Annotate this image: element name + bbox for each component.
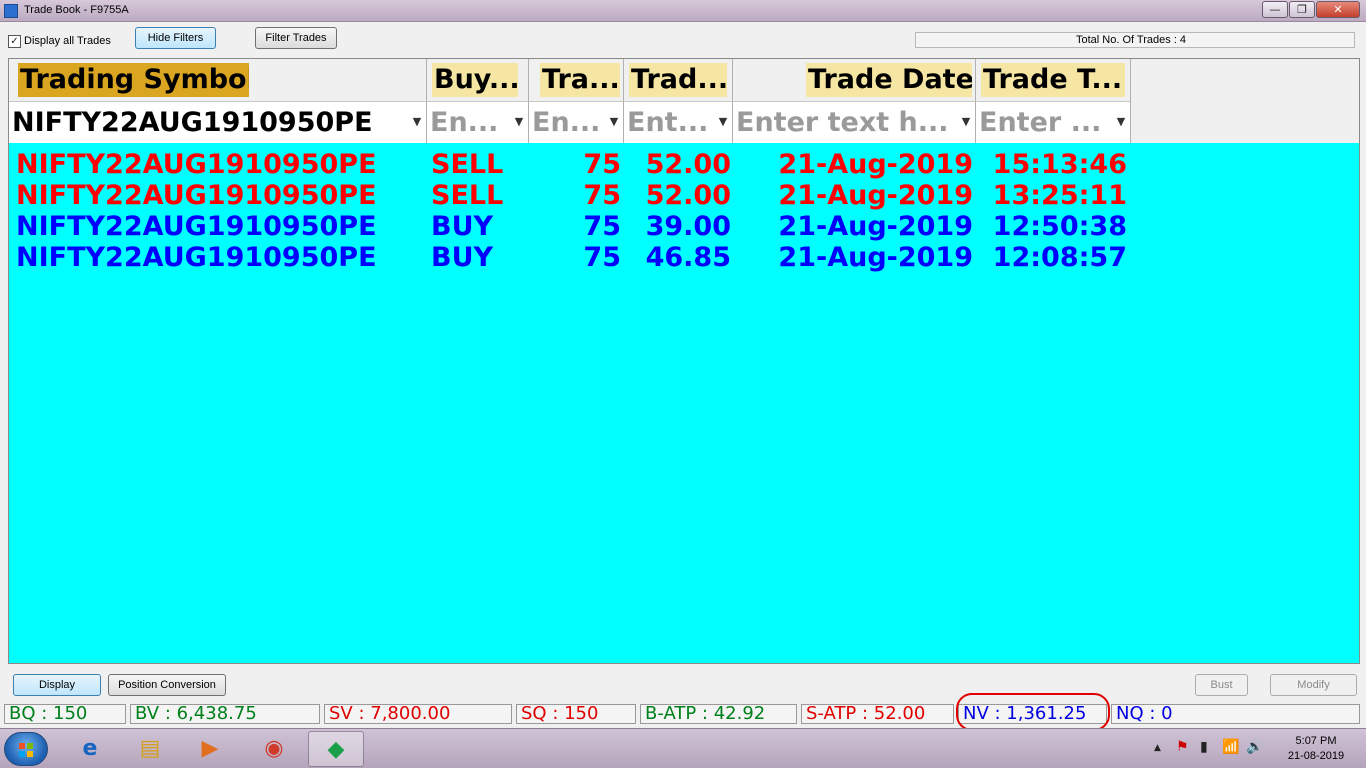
status-bq: BQ : 150 <box>4 704 126 724</box>
column-header-buy-sell[interactable]: Buy... <box>427 59 529 101</box>
minimize-button[interactable]: — <box>1262 1 1288 18</box>
column-header-trade-time[interactable]: Trade T... <box>976 59 1131 101</box>
cell-price: 39.00 <box>645 211 731 242</box>
total-trades-label: Total No. Of Trades : 4 <box>1076 34 1187 46</box>
filter-trade-time[interactable]: Enter ... ▼ <box>976 101 1131 143</box>
maximize-button[interactable]: ❐ <box>1289 1 1315 18</box>
column-header-trade-price[interactable]: Trad... <box>624 59 733 101</box>
filter-funnel-icon[interactable]: ▼ <box>608 115 620 129</box>
cell-time: 12:08:57 <box>992 242 1127 273</box>
status-sq: SQ : 150 <box>516 704 636 724</box>
column-header-trading-symbol[interactable]: Trading Symbol <box>9 59 427 101</box>
table-row[interactable]: NIFTY22AUG1910950PE SELL 75 52.00 21-Aug… <box>9 180 1139 211</box>
cell-side: SELL <box>431 180 504 211</box>
show-hidden-icons-icon[interactable]: ▲ <box>1154 743 1161 753</box>
volume-icon[interactable]: 🔊 <box>1246 739 1263 755</box>
clock[interactable]: 5:07 PM 21-08-2019 <box>1278 734 1354 764</box>
cell-qty: 75 <box>583 180 621 211</box>
flag-icon[interactable]: ⚑ <box>1176 739 1189 755</box>
display-all-trades-checkbox[interactable]: ✓ <box>8 35 21 48</box>
start-button[interactable] <box>4 732 48 766</box>
media-player-icon[interactable]: ▶ <box>182 731 238 767</box>
network-icon[interactable]: 📶 <box>1222 739 1239 755</box>
modify-button[interactable]: Modify <box>1270 674 1357 696</box>
trading-app-icon[interactable]: ◆ <box>308 731 364 767</box>
filter-funnel-icon[interactable]: ▼ <box>717 115 729 129</box>
cell-symbol: NIFTY22AUG1910950PE <box>16 242 377 273</box>
column-header-trade-date[interactable]: Trade Date <box>733 59 976 101</box>
device-icon[interactable]: ▮ <box>1200 739 1208 755</box>
cell-date: 21-Aug-2019 <box>778 180 973 211</box>
trade-grid: Trading Symbol Buy... Tra... Trad... Tra… <box>8 58 1360 664</box>
cell-price: 52.00 <box>645 180 731 211</box>
cell-time: 12:50:38 <box>992 211 1127 242</box>
filter-trades-button[interactable]: Filter Trades <box>255 27 337 49</box>
status-nq: NQ : 0 <box>1111 704 1360 724</box>
cell-symbol: NIFTY22AUG1910950PE <box>16 211 377 242</box>
cell-side: BUY <box>431 242 494 273</box>
filter-funnel-icon[interactable]: ▼ <box>513 115 525 129</box>
filter-trade-date[interactable]: Enter text h... ▼ <box>733 101 976 143</box>
taskbar: e ▤ ▶ ◉ ◆ ▲ ⚑ ▮ 📶 🔊 5:07 PM 21-08-2019 <box>0 728 1366 768</box>
status-bv: BV : 6,438.75 <box>130 704 320 724</box>
total-trades-box: Total No. Of Trades : 4 <box>915 32 1355 48</box>
app-icon <box>4 4 18 18</box>
cell-date: 21-Aug-2019 <box>778 211 973 242</box>
table-row[interactable]: NIFTY22AUG1910950PE BUY 75 46.85 21-Aug-… <box>9 242 1139 273</box>
annotation-circle <box>956 693 1110 731</box>
bust-button[interactable]: Bust <box>1195 674 1248 696</box>
cell-qty: 75 <box>583 242 621 273</box>
hide-filters-button[interactable]: Hide Filters <box>135 27 216 49</box>
filter-funnel-icon[interactable]: ▼ <box>1115 115 1127 129</box>
cell-side: SELL <box>431 149 504 180</box>
status-s-atp: S-ATP : 52.00 <box>801 704 954 724</box>
cell-symbol: NIFTY22AUG1910950PE <box>16 180 377 211</box>
cell-qty: 75 <box>583 149 621 180</box>
filter-trade-price[interactable]: Ent... ▼ <box>624 101 733 143</box>
chrome-icon[interactable]: ◉ <box>246 731 302 767</box>
cell-price: 46.85 <box>645 242 731 273</box>
clock-time: 5:07 PM <box>1295 735 1337 747</box>
cell-time: 13:25:11 <box>992 180 1127 211</box>
cell-date: 21-Aug-2019 <box>778 242 973 273</box>
filter-trading-symbol[interactable]: NIFTY22AUG1910950PE ▼ <box>9 101 427 143</box>
internet-explorer-icon[interactable]: e <box>62 731 118 767</box>
clock-date: 21-08-2019 <box>1287 750 1345 762</box>
cell-side: BUY <box>431 211 494 242</box>
trade-book-window: ✓ Display all Trades Hide Filters Filter… <box>0 22 1366 731</box>
cell-date: 21-Aug-2019 <box>778 149 973 180</box>
filter-funnel-icon[interactable]: ▼ <box>960 115 972 129</box>
filter-buy-sell[interactable]: En... ▼ <box>427 101 529 143</box>
window-title: Trade Book - F9755A <box>24 4 129 16</box>
status-sv: SV : 7,800.00 <box>324 704 512 724</box>
cell-time: 15:13:46 <box>992 149 1127 180</box>
table-row[interactable]: NIFTY22AUG1910950PE BUY 75 39.00 21-Aug-… <box>9 211 1139 242</box>
display-all-trades-label: Display all Trades <box>24 35 111 47</box>
cell-symbol: NIFTY22AUG1910950PE <box>16 149 377 180</box>
grid-header: Trading Symbol Buy... Tra... Trad... Tra… <box>9 59 1359 143</box>
filter-funnel-icon[interactable]: ▼ <box>411 115 423 129</box>
column-header-trade-qty[interactable]: Tra... <box>529 59 624 101</box>
file-explorer-icon[interactable]: ▤ <box>122 731 178 767</box>
display-button[interactable]: Display <box>13 674 101 696</box>
status-b-atp: B-ATP : 42.92 <box>640 704 797 724</box>
position-conversion-button[interactable]: Position Conversion <box>108 674 226 696</box>
cell-price: 52.00 <box>645 149 731 180</box>
table-row[interactable]: NIFTY22AUG1910950PE SELL 75 52.00 21-Aug… <box>9 149 1139 180</box>
title-bar: Trade Book - F9755A — ❐ ✕ <box>0 0 1366 22</box>
filter-trade-qty[interactable]: En... ▼ <box>529 101 624 143</box>
close-button[interactable]: ✕ <box>1316 1 1360 18</box>
cell-qty: 75 <box>583 211 621 242</box>
